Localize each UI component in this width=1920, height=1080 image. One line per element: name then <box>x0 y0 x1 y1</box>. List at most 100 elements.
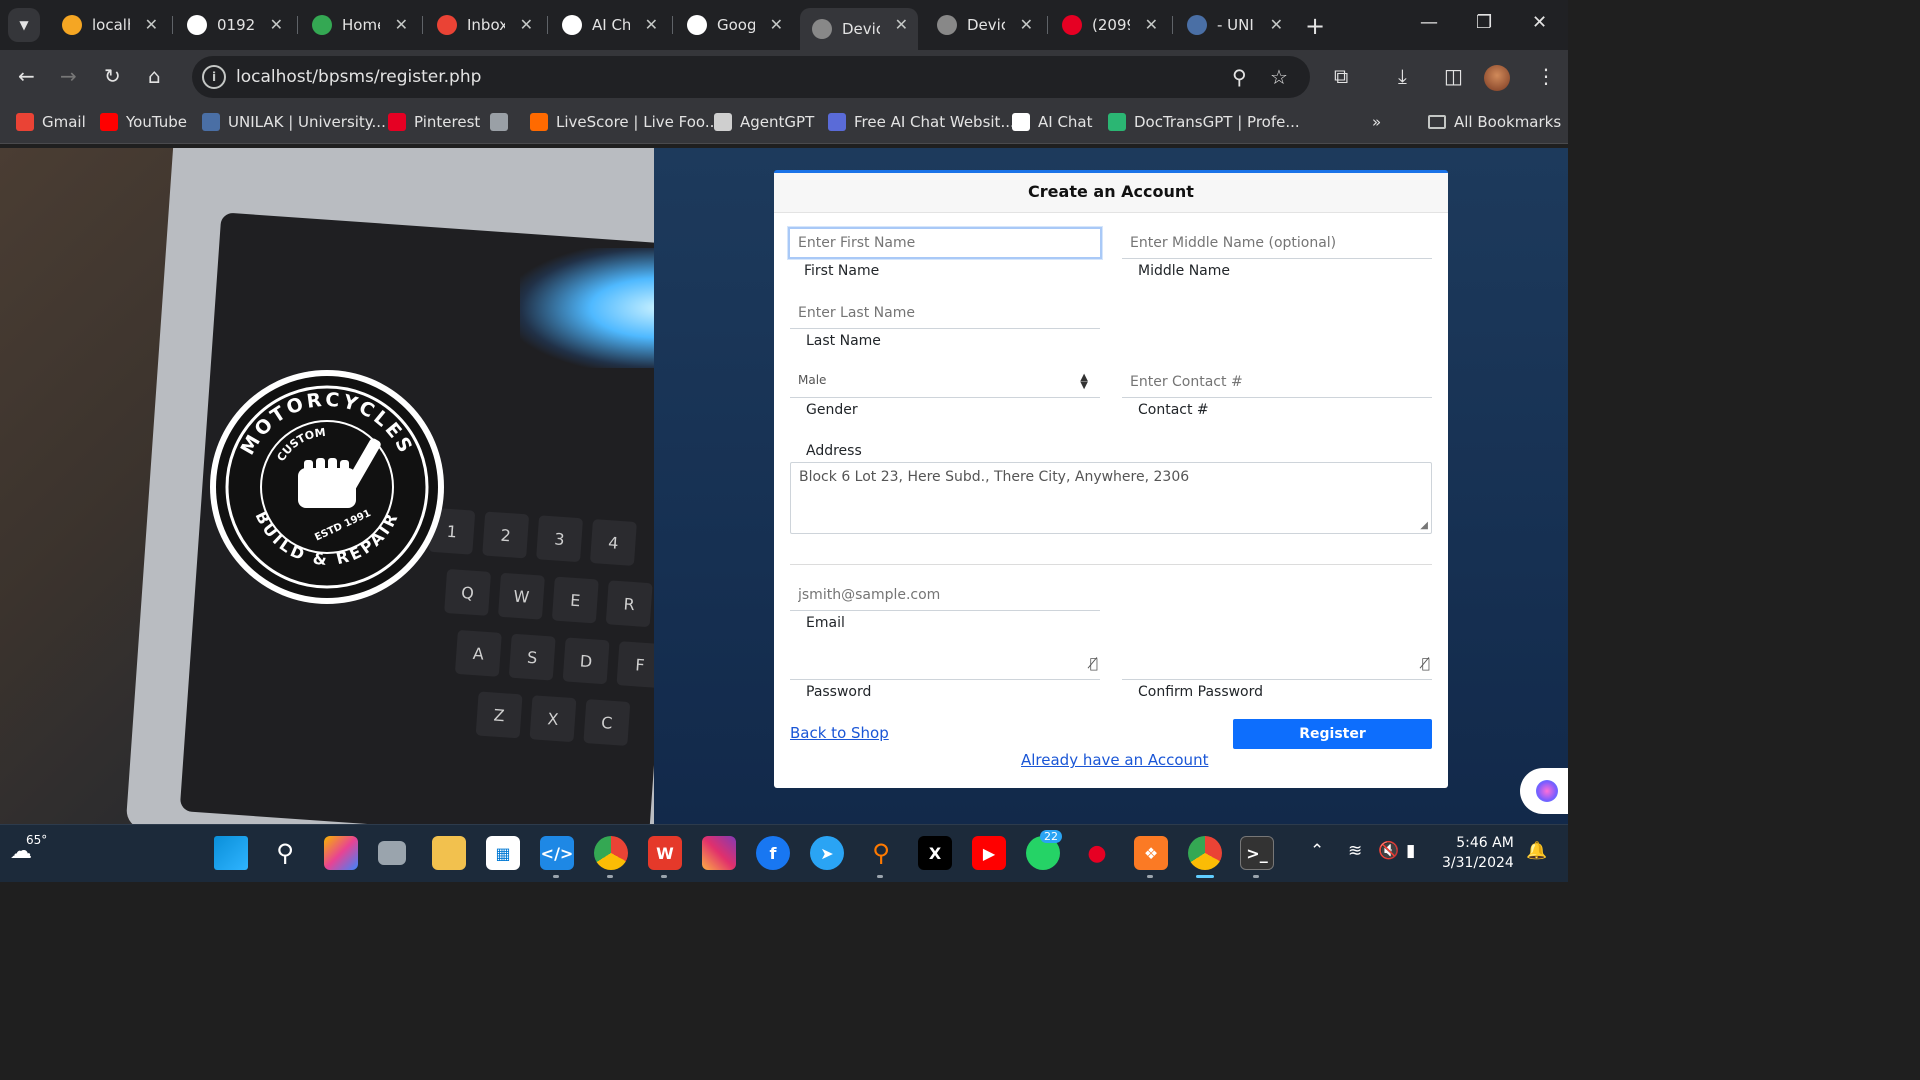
confirm-password-input[interactable] <box>1122 648 1432 680</box>
back-to-shop-link[interactable]: Back to Shop <box>790 724 889 742</box>
first-name-input[interactable] <box>788 227 1102 259</box>
last-name-input[interactable] <box>790 297 1100 329</box>
brain-icon <box>1536 780 1558 802</box>
wps-office-icon[interactable]: W <box>648 836 682 870</box>
gmail-icon <box>16 113 34 131</box>
tab-4[interactable]: AI Ch ✕ <box>550 8 668 42</box>
eye-slash-icon[interactable]: 👁̸ <box>1090 656 1098 672</box>
bookmark-item[interactable]: UNILAK | University... <box>202 113 386 131</box>
bookmark-item[interactable]: DocTransGPT | Profe... <box>1108 113 1300 131</box>
instagram-icon[interactable] <box>702 836 736 870</box>
tab-2[interactable]: Home ✕ <box>300 8 418 42</box>
task-view-icon[interactable] <box>378 841 406 865</box>
vscode-icon[interactable]: </> <box>540 836 574 870</box>
close-icon[interactable]: ✕ <box>145 15 158 34</box>
tab-label: Devic <box>842 20 880 38</box>
tab-0[interactable]: localh ✕ <box>50 8 168 42</box>
close-icon[interactable]: ✕ <box>1020 15 1033 34</box>
resize-grip-icon[interactable]: ◢ <box>1420 520 1428 531</box>
bookmark-item[interactable]: AgentGPT <box>714 113 814 131</box>
download-icon[interactable]: ⤓ <box>1398 64 1407 88</box>
back-arrow-icon[interactable]: ← <box>18 64 35 88</box>
facebook-icon[interactable]: f <box>756 836 790 870</box>
contact-input[interactable] <box>1122 366 1432 398</box>
volume-muted-icon[interactable]: 🔇 <box>1378 841 1399 861</box>
hero-image: 1234QWERASDFZXC MOTORCYCLES BUILD & REPA… <box>0 148 654 824</box>
password-input[interactable] <box>790 648 1100 680</box>
tab-6[interactable]: Devic ✕ <box>800 8 918 50</box>
login-link[interactable]: Already have an Account <box>1021 751 1208 769</box>
forward-arrow-icon[interactable]: → <box>60 64 77 88</box>
close-icon[interactable]: ✕ <box>1145 15 1158 34</box>
contact-group: Contact # <box>1122 366 1432 418</box>
close-icon[interactable]: ✕ <box>520 15 533 34</box>
profile-avatar[interactable] <box>1484 65 1510 91</box>
tab-9[interactable]: - UNI ✕ <box>1175 8 1293 42</box>
gender-select[interactable]: Male <box>790 366 1100 398</box>
tab-8[interactable]: (2099 ✕ <box>1050 8 1168 42</box>
new-tab-button[interactable]: + <box>1305 12 1325 40</box>
close-window-button[interactable]: ✕ <box>1532 12 1547 33</box>
microsoft-store-icon[interactable]: ▦ <box>486 836 520 870</box>
email-input[interactable] <box>790 579 1100 611</box>
more-bookmarks-icon[interactable]: » <box>1372 113 1381 131</box>
menu-kebab-icon[interactable]: ⋮ <box>1536 64 1556 88</box>
tab-separator <box>297 16 298 34</box>
tab-3[interactable]: Inbox ✕ <box>425 8 543 42</box>
home-icon[interactable]: ⌂ <box>148 64 161 88</box>
all-bookmarks-folder[interactable]: All Bookmarks <box>1428 113 1561 131</box>
motorcycle-logo-icon <box>937 15 957 35</box>
bookmark-item[interactable] <box>490 113 516 131</box>
wifi-icon[interactable]: ≋ <box>1348 841 1362 861</box>
notification-bell-icon[interactable]: 🔔 <box>1526 841 1547 861</box>
address-textarea[interactable]: Block 6 Lot 23, Here Subd., There City, … <box>790 462 1432 534</box>
tab-search-button[interactable]: ▼ <box>8 8 40 42</box>
clock[interactable]: 5:46 AM 3/31/2024 <box>1442 833 1514 873</box>
close-icon[interactable]: ✕ <box>395 15 408 34</box>
youtube-icon[interactable]: ▶ <box>972 836 1006 870</box>
bookmark-item[interactable]: Free AI Chat Websit... <box>828 113 1015 131</box>
eye-slash-icon[interactable]: 👁̸ <box>1422 656 1430 672</box>
terminal-icon[interactable]: >_ <box>1240 836 1274 870</box>
site-info-icon[interactable]: i <box>202 65 226 89</box>
register-button[interactable]: Register <box>1233 719 1432 749</box>
reload-icon[interactable]: ↻ <box>104 64 121 88</box>
middle-name-input[interactable] <box>1122 227 1432 259</box>
address-bar[interactable]: i localhost/bpsms/register.php ⚲ ☆ <box>192 56 1310 98</box>
search-app-icon[interactable]: ⚲ <box>864 836 898 870</box>
file-explorer-icon[interactable] <box>432 836 466 870</box>
start-windows-icon[interactable] <box>214 836 248 870</box>
tab-1[interactable]: 01920 ✕ <box>175 8 293 42</box>
xampp-icon[interactable]: ❖ <box>1134 836 1168 870</box>
search-icon[interactable]: ⚲ <box>268 836 302 870</box>
chrome-icon[interactable] <box>1188 836 1222 870</box>
bookmark-item[interactable]: YouTube <box>100 113 187 131</box>
bookmark-star-icon[interactable]: ☆ <box>1270 65 1288 89</box>
battery-icon[interactable]: ▮ <box>1406 841 1415 861</box>
copilot-icon[interactable] <box>324 836 358 870</box>
minimize-button[interactable]: — <box>1420 12 1438 33</box>
tab-5[interactable]: Goog ✕ <box>675 8 793 42</box>
close-icon[interactable]: ✕ <box>1270 15 1283 34</box>
close-icon[interactable]: ✕ <box>770 15 783 34</box>
bookmark-item[interactable]: AI Chat <box>1012 113 1093 131</box>
telegram-icon[interactable]: ➤ <box>810 836 844 870</box>
chevron-up-icon[interactable]: ⌃ <box>1310 841 1324 861</box>
keyboard-key: C <box>583 698 631 746</box>
pinterest-icon[interactable]: ● <box>1080 836 1114 870</box>
extensions-icon[interactable]: ⧉ <box>1334 64 1348 88</box>
x-twitter-icon[interactable]: X <box>918 836 952 870</box>
close-icon[interactable]: ✕ <box>645 15 658 34</box>
close-icon[interactable]: ✕ <box>270 15 283 34</box>
bookmark-item[interactable]: Pinterest <box>388 113 480 131</box>
chrome-canary-icon[interactable] <box>594 836 628 870</box>
close-icon[interactable]: ✕ <box>895 15 908 34</box>
bookmark-item[interactable]: LiveScore | Live Foo... <box>530 113 719 131</box>
zoom-icon[interactable]: ⚲ <box>1232 65 1247 89</box>
url-text[interactable]: localhost/bpsms/register.php <box>236 67 481 87</box>
bookmark-item[interactable]: Gmail <box>16 113 86 131</box>
tab-7[interactable]: Devic ✕ <box>925 8 1043 42</box>
ai-assistant-button[interactable] <box>1520 768 1568 814</box>
side-panel-icon[interactable]: ◫ <box>1444 64 1463 88</box>
restore-button[interactable]: ❐ <box>1476 12 1492 33</box>
